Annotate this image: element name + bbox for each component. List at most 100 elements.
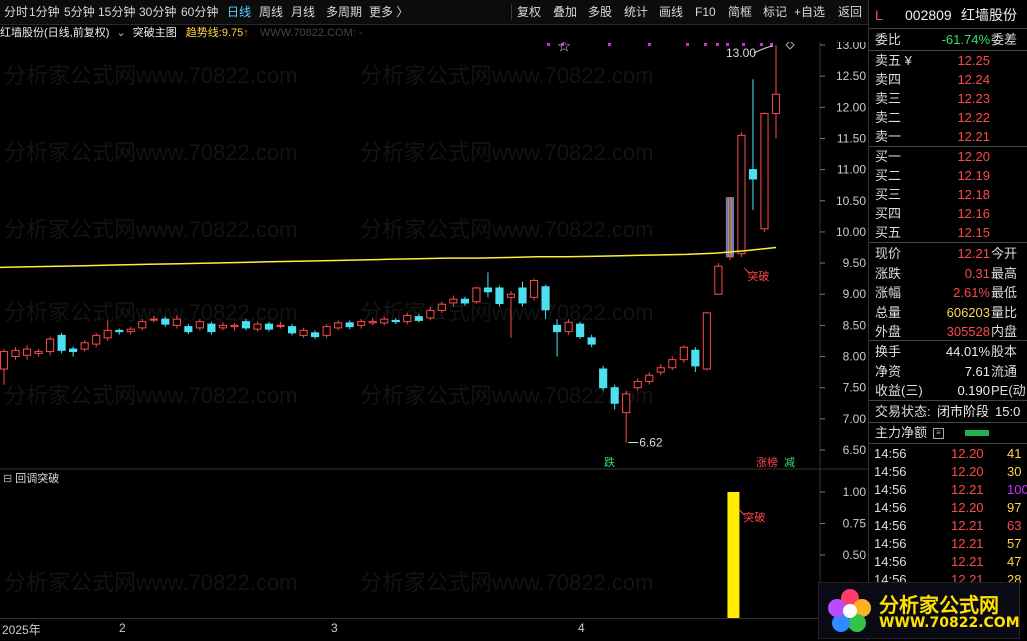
sell-level-row[interactable]: 卖二 12.22 [869, 108, 1027, 127]
back-button[interactable]: 返回 [838, 0, 862, 24]
simple-frame-button[interactable]: 简框 [728, 0, 752, 24]
period-daily[interactable]: 日线 [227, 0, 251, 24]
candle[interactable] [22, 345, 32, 360]
collapse-icon[interactable]: ⊟ [3, 473, 12, 485]
period-monthly[interactable]: 月线 [291, 0, 315, 24]
candle[interactable] [553, 319, 562, 357]
candle[interactable] [702, 311, 711, 371]
candle[interactable] [172, 315, 181, 329]
period-timeshare[interactable]: 分时 [4, 0, 28, 24]
candle[interactable] [460, 296, 469, 306]
sell-level-row[interactable]: 卖三 12.23 [869, 89, 1027, 108]
buy-level-row[interactable]: 买一 12.20 [869, 147, 1027, 166]
candle[interactable] [92, 332, 101, 348]
candle[interactable] [357, 319, 366, 329]
statistics-button[interactable]: 统计 [624, 0, 648, 24]
candle[interactable] [299, 327, 308, 338]
period-30min[interactable]: 30分钟 [139, 0, 176, 24]
period-multi[interactable]: 多周期 [326, 0, 362, 24]
candle[interactable] [748, 79, 758, 211]
candle[interactable] [403, 312, 412, 325]
draw-line-button[interactable]: 画线 [659, 0, 683, 24]
candle[interactable] [184, 324, 193, 335]
candle[interactable] [495, 285, 504, 307]
candle[interactable] [771, 45, 781, 139]
candle[interactable] [472, 286, 481, 304]
candle[interactable] [115, 328, 124, 335]
period-5min[interactable]: 5分钟 [64, 0, 95, 24]
candle[interactable] [241, 319, 251, 331]
candle[interactable] [138, 319, 147, 331]
candle[interactable] [311, 330, 320, 340]
candle[interactable] [737, 132, 746, 257]
candle[interactable] [195, 319, 204, 331]
candle[interactable] [518, 281, 527, 307]
candle[interactable] [645, 372, 654, 385]
candle[interactable] [207, 321, 216, 335]
candle[interactable] [345, 320, 354, 330]
candle[interactable] [46, 336, 55, 356]
candle[interactable] [276, 321, 285, 329]
candle[interactable] [529, 278, 539, 301]
candle[interactable] [368, 317, 377, 326]
candle[interactable] [161, 316, 170, 327]
candle[interactable] [391, 317, 400, 325]
add-watchlist-button[interactable]: +自选 [794, 0, 825, 24]
candle[interactable] [622, 390, 631, 443]
sell-level-row[interactable]: 卖一 12.21 [869, 127, 1027, 146]
f10-button[interactable]: F10 [695, 0, 716, 24]
buy-level-row[interactable]: 买五 12.15 [869, 223, 1027, 242]
candle[interactable] [760, 112, 769, 232]
buy-level-row[interactable]: 买二 12.19 [869, 166, 1027, 185]
adjust-button[interactable]: 复权 [517, 0, 541, 24]
buy-level-row[interactable]: 买四 12.16 [869, 204, 1027, 223]
overlay-button[interactable]: 叠加 [553, 0, 577, 24]
candle[interactable] [103, 320, 112, 341]
candle[interactable] [287, 324, 297, 336]
candle[interactable] [656, 364, 665, 376]
candle[interactable] [57, 332, 66, 354]
list-icon[interactable]: ≡ [933, 428, 944, 439]
period-weekly[interactable]: 周线 [259, 0, 283, 24]
candle[interactable] [599, 365, 608, 391]
candle[interactable] [334, 320, 343, 331]
candle[interactable] [253, 321, 262, 332]
period-60min[interactable]: 60分钟 [181, 0, 218, 24]
sell-level-row[interactable]: 卖四 12.24 [869, 70, 1027, 89]
candle[interactable] [437, 301, 446, 313]
candle[interactable] [11, 347, 20, 360]
breakout-indicator-chart[interactable]: 1.00 0.75 0.50 突破 [0, 470, 868, 618]
mark-button[interactable]: 标记 [763, 0, 787, 24]
candle[interactable] [264, 321, 274, 332]
candlestick-chart[interactable]: 13.00 12.50 12.00 11.50 11.00 10.50 10.00 9.50 9… [0, 42, 868, 470]
candle[interactable] [541, 284, 550, 320]
sell-level-row[interactable]: 卖五 ¥ 12.25 [869, 51, 1027, 70]
candle[interactable] [610, 384, 619, 410]
candle[interactable] [506, 291, 516, 338]
candle[interactable] [322, 324, 331, 338]
candle[interactable] [380, 316, 389, 326]
period-more[interactable]: 更多 〉 [369, 0, 408, 24]
period-15min[interactable]: 15分钟 [98, 0, 135, 24]
candle[interactable] [230, 322, 239, 331]
candle[interactable] [691, 347, 700, 373]
candle[interactable] [633, 378, 642, 391]
candle[interactable] [576, 321, 585, 340]
candle[interactable] [679, 345, 688, 363]
candle[interactable] [34, 349, 43, 357]
candle[interactable] [714, 263, 723, 295]
multi-stock-button[interactable]: 多股 [588, 0, 612, 24]
chevron-down-icon[interactable]: ⌄ [116, 27, 125, 39]
candle[interactable] [668, 356, 677, 371]
candle[interactable] [80, 340, 89, 352]
period-1min[interactable]: 1分钟 [29, 0, 60, 24]
diamond-icon[interactable] [785, 42, 795, 50]
candle[interactable] [149, 316, 158, 323]
indicator-name[interactable]: 突破主图 [133, 27, 177, 39]
candle[interactable] [587, 334, 596, 348]
candle[interactable] [483, 272, 493, 298]
candle[interactable] [564, 319, 573, 335]
candle[interactable] [218, 322, 227, 331]
candle[interactable] [69, 346, 78, 357]
candle[interactable] [449, 295, 458, 307]
